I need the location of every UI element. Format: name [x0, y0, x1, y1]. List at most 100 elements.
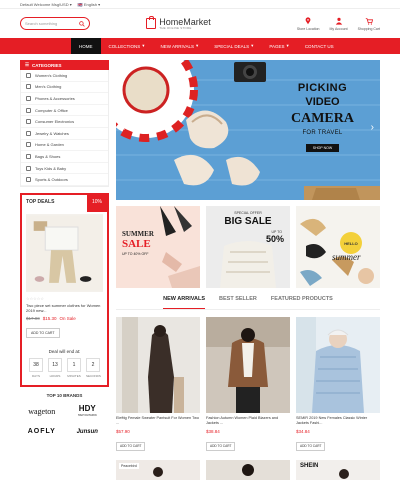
product-name[interactable]: Elefttg Female Sweater Pantsuit For Wome…	[116, 416, 200, 426]
category-item[interactable]: Toys Kids & Baby	[21, 163, 108, 175]
category-item[interactable]: Sports & Outdoors	[21, 174, 108, 186]
add-to-cart-button[interactable]: ADD TO CART	[116, 441, 146, 451]
nav-contact-us[interactable]: CONTACT US	[297, 38, 342, 54]
chevron-down-icon: ▾	[195, 43, 199, 48]
add-to-cart-button[interactable]: ADD TO CART	[26, 327, 60, 338]
nav-special-deals[interactable]: SPECIAL DEALS ▾	[206, 38, 261, 54]
category-icon	[26, 107, 31, 113]
category-item[interactable]: Men's Clothing	[21, 82, 108, 94]
nav-home[interactable]: HOME	[71, 38, 101, 54]
hero-line-2: VIDEO	[305, 96, 340, 108]
add-to-cart-button[interactable]: ADD TO CART	[206, 441, 236, 451]
product-image[interactable]	[296, 317, 380, 413]
brand-logo-junsun[interactable]: Junsun	[70, 424, 106, 440]
chevron-down-icon: ▾	[251, 43, 254, 48]
product-image[interactable]	[116, 317, 200, 413]
brand-tag: Peacebird	[119, 463, 139, 469]
product-card[interactable]: Fashion Autumn Women Plaid Blazers and J…	[206, 317, 290, 452]
countdown-minutes: 1	[67, 357, 81, 372]
search-icon[interactable]	[79, 20, 85, 27]
product-card[interactable]	[206, 460, 290, 480]
language-select[interactable]: 🇬🇧 English ▾	[78, 2, 100, 7]
shopping-bag-icon	[146, 16, 157, 29]
my-account-link[interactable]: My Account	[330, 17, 348, 31]
product-name[interactable]: Fashion Autumn Women Plaid Blazers and J…	[206, 416, 290, 426]
store-location-link[interactable]: Store Location	[297, 16, 320, 31]
category-item[interactable]: Consumer Electronics	[21, 116, 108, 128]
category-icon	[26, 130, 31, 136]
product-card[interactable]: Peacebird	[116, 460, 200, 480]
rating-stars: ☆☆☆☆☆	[26, 295, 44, 301]
category-item[interactable]: Phones & Accessories	[21, 93, 108, 105]
banner2-line1: SPECIAL OFFER	[234, 211, 262, 215]
category-icon	[26, 142, 31, 148]
add-to-cart-button[interactable]: ADD TO CART	[296, 441, 326, 451]
category-icon	[26, 153, 31, 159]
banner1-line2: SALE	[122, 238, 151, 250]
countdown-seconds: 2	[86, 357, 100, 372]
brand-logo-hdy[interactable]: HDY HAOYOUTAIXIN	[70, 404, 106, 420]
old-price: $17.00	[26, 315, 40, 321]
top-bar: Default Welcome Msg! USD ▾ 🇬🇧 English ▾	[0, 0, 400, 9]
nav-collections[interactable]: COLLECTIONS ▾	[101, 38, 153, 54]
hero-line-1: PICKING	[297, 82, 348, 94]
new-price: $15.30	[42, 315, 57, 321]
category-icon	[26, 177, 31, 183]
brand-logo-aofly[interactable]: AOFLY	[24, 424, 60, 440]
hero-slider[interactable]: PICKING VIDEO CAMERA FOR TRAVEL SHOP NOW…	[116, 60, 380, 200]
welcome-message: Default Welcome Msg!	[20, 1, 61, 7]
top-deals-panel: TOP DEALS 10% ☆☆☆☆☆ Two piece set summer…	[20, 192, 109, 387]
banner2-line2: BIG SALE	[224, 216, 272, 227]
logo-name: HomeMarket	[159, 16, 211, 27]
shop-now-button[interactable]: SHOP NOW	[305, 144, 340, 152]
top-brands-title: TOP 10 BRANDS	[46, 392, 83, 398]
shopping-cart-link[interactable]: Shopping Cart	[358, 17, 380, 31]
category-item[interactable]: Bags & Shoes	[21, 151, 108, 163]
main-nav: HOME COLLECTIONS ▾ NEW ARRIVALS ▾ SPECIAL …	[0, 38, 400, 54]
countdown-hours: 13	[48, 357, 62, 372]
on-sale-label: On Sale	[59, 315, 76, 321]
tab-featured-products[interactable]: FEATURED PRODUCTS	[271, 296, 333, 309]
banner-summer-sale[interactable]: SUMMER SALE UP TO 40% OFF	[116, 206, 200, 288]
chevron-left-icon[interactable]: ‹	[122, 122, 125, 133]
category-icon	[26, 119, 31, 125]
category-icon	[26, 84, 31, 90]
search-input[interactable]: Search something	[20, 17, 90, 30]
category-item[interactable]: Computer & Office	[21, 105, 108, 117]
product-image[interactable]	[206, 317, 290, 413]
countdown-days: 38	[29, 357, 43, 372]
hero-line-3: CAMERA	[291, 111, 354, 126]
currency-select[interactable]: USD ▾	[60, 2, 72, 7]
logo[interactable]: HomeMarket THE ONLINE STORE	[146, 16, 211, 30]
product-card[interactable]: SEMIR 2019 New Females Classic Winter Ja…	[296, 317, 380, 452]
product-price: $57.90	[116, 429, 130, 434]
product-name[interactable]: SEMIR 2019 New Females Classic Winter Ja…	[296, 416, 380, 426]
deal-product-image[interactable]	[26, 213, 103, 292]
categories-header[interactable]: ☰ CATEGORIES	[20, 60, 109, 70]
deal-product-title[interactable]: Two piece set summer clothes for Women 2…	[26, 303, 103, 313]
banner-hello-summer[interactable]: HELLO summer	[296, 206, 380, 288]
chevron-down-icon: ▾	[142, 43, 145, 48]
countdown: 38 DAYS 13 HOURS 1 MINUTES 2 SECONDS	[26, 357, 103, 378]
chevron-right-icon[interactable]: ›	[371, 122, 374, 133]
header: Search something HomeMarket THE ONLINE S…	[0, 9, 400, 38]
banner-big-sale[interactable]: SPECIAL OFFER BIG SALE UP TO 50%	[206, 206, 290, 288]
chevron-down-icon: ▾	[286, 43, 289, 48]
category-item[interactable]: Home & Garden	[21, 140, 108, 152]
category-item[interactable]: Jewelry & Watches	[21, 128, 108, 140]
product-card[interactable]: Elefttg Female Sweater Pantsuit For Wome…	[116, 317, 200, 452]
nav-new-arrivals[interactable]: NEW ARRIVALS ▾	[153, 38, 207, 54]
tab-best-seller[interactable]: BEST SELLER	[219, 296, 257, 309]
category-item[interactable]: Women's Clothing	[21, 70, 108, 82]
banner3-line2: summer	[332, 252, 361, 262]
location-pin-icon	[305, 16, 311, 24]
tab-new-arrivals[interactable]: NEW ARRIVALS	[163, 296, 206, 309]
user-icon	[335, 17, 342, 25]
brand-logo-wageton[interactable]: wageton	[24, 404, 60, 420]
product-card[interactable]: SHEIN	[296, 460, 380, 480]
brand-logo-shein: SHEIN	[300, 463, 319, 469]
category-list: Women's Clothing Men's Clothing Phones &…	[20, 70, 109, 187]
banner1-line3: UP TO 40% OFF	[122, 252, 149, 256]
nav-pages[interactable]: PAGES ▾	[261, 38, 296, 54]
deal-end-label: Deal will end at:	[48, 348, 81, 354]
